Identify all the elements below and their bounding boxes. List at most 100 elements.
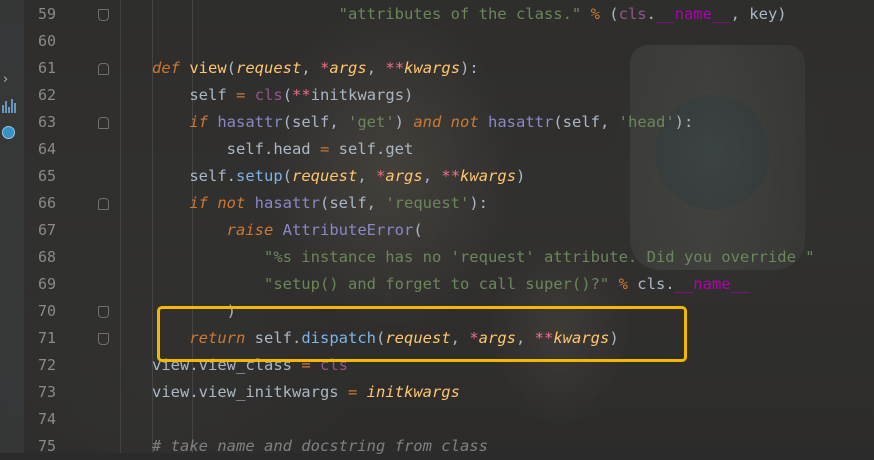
code-line[interactable]: 65 self.setup(request, *args, **kwargs) <box>0 163 874 190</box>
code-token: "attributes of the class." <box>338 5 582 23</box>
code-token: raise <box>226 221 274 239</box>
fold-marker-icon[interactable] <box>98 117 109 129</box>
code-token: initkwargs) <box>310 86 414 104</box>
code-token: hasattr <box>254 194 320 212</box>
code-token: ) <box>516 167 526 185</box>
code-text: if not hasattr(self, 'request'): <box>152 190 488 217</box>
code-token: args <box>329 59 367 77</box>
code-token: 'head' <box>618 113 675 131</box>
code-line[interactable]: 60 <box>0 28 874 55</box>
line-number: 64 <box>37 140 56 158</box>
code-token: cls. <box>627 275 675 293</box>
code-token: "setup() and forget to call super()?" <box>263 275 610 293</box>
code-line[interactable]: 74 <box>0 406 874 433</box>
line-number: 61 <box>37 59 56 77</box>
line-number: 67 <box>37 221 56 239</box>
code-line[interactable]: 66 if not hasattr(self, 'request'): <box>0 190 874 217</box>
code-token: 'request' <box>385 194 470 212</box>
code-token: , <box>422 167 442 185</box>
code-token: = <box>347 383 358 401</box>
code-token: if not <box>189 194 246 212</box>
code-token: self.get <box>329 140 414 158</box>
code-token: self <box>152 86 236 104</box>
code-token: = <box>319 140 330 158</box>
code-token: kwargs <box>460 167 517 185</box>
code-token: ( <box>226 59 237 77</box>
code-line[interactable]: 69 "setup() and forget to call super()?"… <box>0 271 874 298</box>
line-number: 59 <box>37 5 56 23</box>
code-token: , <box>301 59 321 77</box>
code-token: initkwargs <box>366 383 460 401</box>
code-token: = <box>236 86 246 104</box>
fold-marker-icon[interactable] <box>98 9 109 21</box>
code-text: # take name and docstring from class <box>152 433 488 460</box>
code-token: self. <box>152 167 236 185</box>
code-token: and not <box>413 113 479 131</box>
line-number: 69 <box>37 275 56 293</box>
line-number: 60 <box>37 32 56 50</box>
line-number: 65 <box>37 167 56 185</box>
code-text: self.setup(request, *args, **kwargs) <box>152 163 525 190</box>
code-line[interactable]: 64 self.head = self.get <box>0 136 874 163</box>
code-text: raise AttributeError( <box>152 217 423 244</box>
code-token: self.head <box>152 140 320 158</box>
line-number: 62 <box>37 86 56 104</box>
code-token: "%s instance has no 'request' attribute.… <box>263 248 815 266</box>
code-text: self = cls(**initkwargs) <box>152 82 413 109</box>
code-line[interactable]: 59 "attributes of the class." % (cls.__n… <box>0 1 874 28</box>
line-number: 75 <box>37 437 56 455</box>
code-token: , <box>366 59 386 77</box>
code-token: setup <box>236 167 283 185</box>
line-number: 66 <box>37 194 56 212</box>
code-token: if <box>189 113 208 131</box>
code-token: kwargs <box>404 59 461 77</box>
line-number: 70 <box>37 302 56 320</box>
line-number: 72 <box>37 356 56 374</box>
code-token: , <box>357 167 377 185</box>
code-token: hasattr <box>217 113 283 131</box>
code-token: ( <box>413 221 423 239</box>
fold-marker-icon[interactable] <box>98 306 109 318</box>
line-number: 71 <box>37 329 56 347</box>
code-line[interactable]: 68 "%s instance has no 'request' attribu… <box>0 244 874 271</box>
code-line[interactable]: 63 if hasattr(self, 'get') and not hasat… <box>0 109 874 136</box>
code-token: % <box>618 275 628 293</box>
code-text: "setup() and forget to call super()?" % … <box>152 271 749 298</box>
code-token: % <box>590 5 600 23</box>
code-token: args <box>385 167 423 185</box>
code-token: cls <box>254 86 283 104</box>
code-token: AttributeError <box>282 221 414 239</box>
code-text: def view(request, *args, **kwargs): <box>152 55 479 82</box>
code-line[interactable]: 61 def view(request, *args, **kwargs): <box>0 55 874 82</box>
highlight-box <box>157 306 687 362</box>
code-text: if hasattr(self, 'get') and not hasattr(… <box>152 109 693 136</box>
code-token: ( <box>282 86 293 104</box>
code-line[interactable]: 62 self = cls(**initkwargs) <box>0 82 874 109</box>
code-text: "attributes of the class." % (cls.__name… <box>152 1 787 28</box>
fold-marker-icon[interactable] <box>98 198 109 210</box>
code-token: cls <box>618 5 647 23</box>
fold-marker-icon[interactable] <box>98 63 109 75</box>
code-line[interactable]: 73 view.view_initkwargs = initkwargs <box>0 379 874 406</box>
line-number: 74 <box>37 410 56 428</box>
code-token: request <box>292 167 358 185</box>
code-line[interactable]: 67 raise AttributeError( <box>0 217 874 244</box>
fold-marker-icon[interactable] <box>98 333 109 345</box>
code-token: __name__ <box>674 275 750 293</box>
code-token: ( <box>282 167 293 185</box>
code-line[interactable]: 75 # take name and docstring from class <box>0 433 874 460</box>
code-token: ** <box>385 59 405 77</box>
